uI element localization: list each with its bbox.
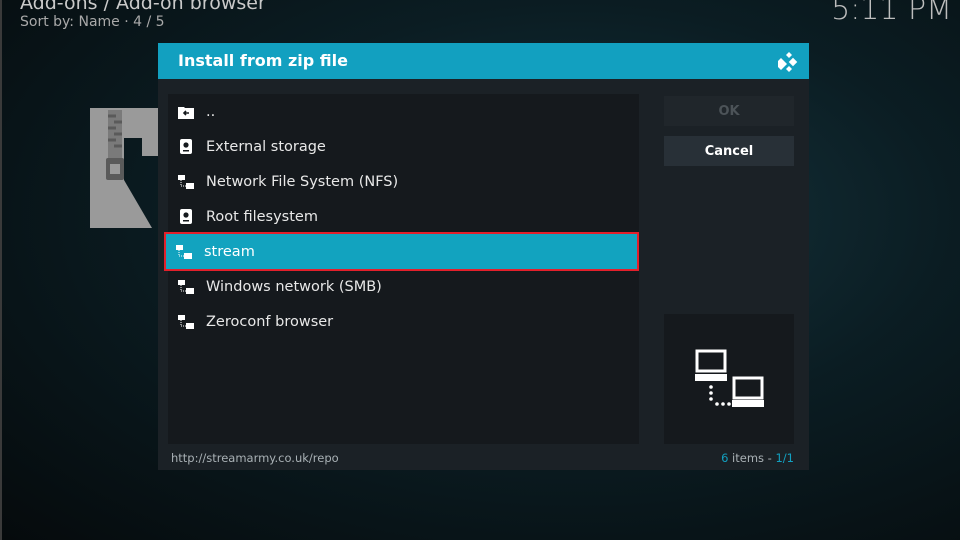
install-from-zip-dialog: Install from zip file .. External storag… [158,43,809,470]
current-path: http://streamarmy.co.uk/repo [171,451,339,465]
zip-archive-icon [90,108,160,228]
network-icon [178,174,194,190]
item-preview [664,314,794,444]
kodi-logo-icon [778,52,798,72]
ok-button[interactable]: OK [664,96,794,126]
list-item-smb[interactable]: Windows network (SMB) [168,269,639,304]
list-item-label: Root filesystem [206,208,318,225]
network-share-icon [695,349,764,407]
list-item-label: Zeroconf browser [206,313,334,330]
list-item-nfs[interactable]: Network File System (NFS) [168,164,639,199]
item-count-word: items - [728,451,776,465]
screen-edge [0,0,2,540]
list-item-label: stream [204,243,255,260]
list-item-stream-selected[interactable]: stream [164,232,639,271]
network-icon [176,244,192,260]
list-item-root-filesystem[interactable]: Root filesystem [168,199,639,234]
sort-info: Sort by: Name · 4 / 5 [20,14,165,30]
network-icon [178,279,194,295]
drive-icon [178,139,194,155]
list-item-label: Network File System (NFS) [206,173,399,190]
network-icon [178,314,194,330]
list-item-label: External storage [206,138,326,155]
clock: 5:11 PM [831,0,952,27]
page-indicator: 1/1 [775,451,794,465]
breadcrumb: Add-ons / Add-on browser [20,0,266,14]
dialog-title: Install from zip file [178,51,348,70]
item-count: 6 items - 1/1 [721,451,794,465]
list-item-label: .. [206,103,216,120]
dialog-header: Install from zip file [158,43,809,79]
list-item-external-storage[interactable]: External storage [168,129,639,164]
source-list: .. External storage Network File System … [164,94,639,444]
folder-back-icon [178,104,194,120]
cancel-button[interactable]: Cancel [664,136,794,166]
list-item-zeroconf[interactable]: Zeroconf browser [168,304,639,339]
list-item-parent[interactable]: .. [168,94,639,129]
list-item-label: Windows network (SMB) [206,278,382,295]
drive-icon [178,209,194,225]
